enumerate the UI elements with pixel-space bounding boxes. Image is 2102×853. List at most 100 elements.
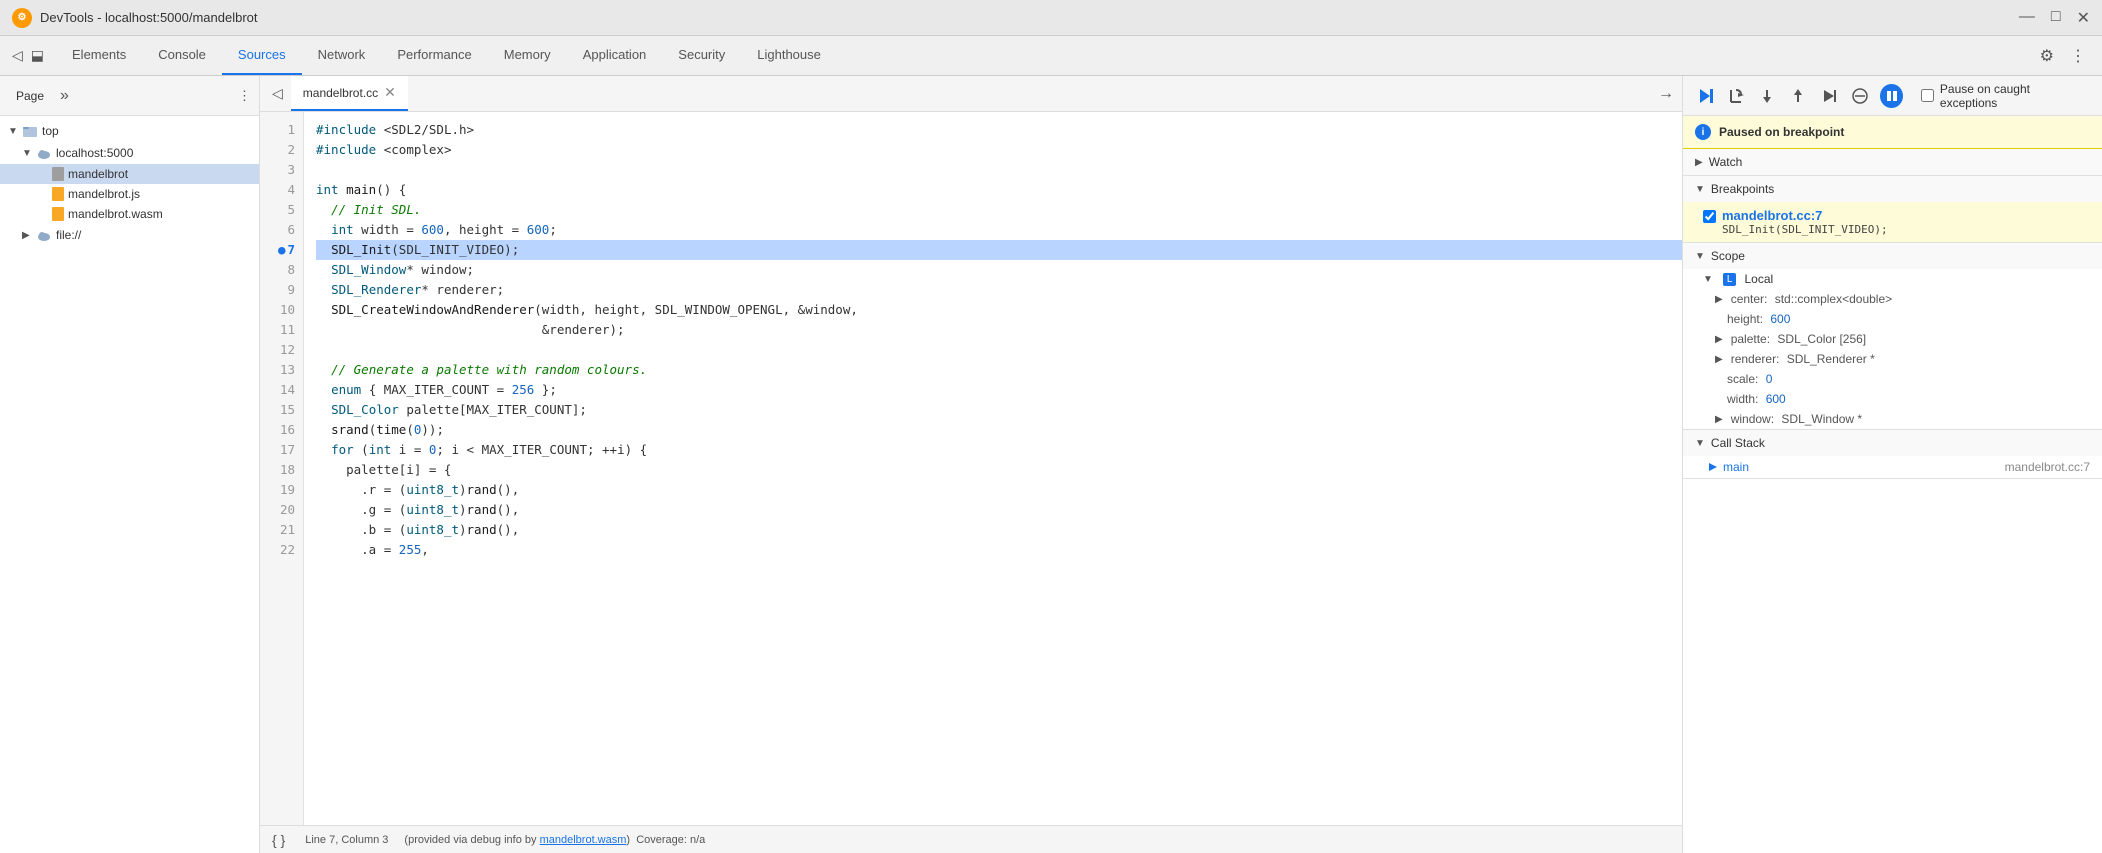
line-num-8: 8	[260, 260, 295, 280]
scope-local-arrow: ▼	[1703, 274, 1713, 285]
call-stack-func: main	[1723, 460, 1749, 474]
tree-item-mandelbrot-wasm[interactable]: mandelbrot.wasm	[0, 204, 259, 224]
breakpoint-file: mandelbrot.cc:7	[1722, 208, 1888, 223]
code-line-10: SDL_CreateWindowAndRenderer(width, heigh…	[316, 300, 1682, 320]
breakpoints-section: ▼ Breakpoints mandelbrot.cc:7 SDL_Init(S…	[1683, 176, 2102, 243]
tab-network[interactable]: Network	[302, 36, 382, 75]
scope-item-height: height: 600	[1683, 309, 2102, 329]
step-into-btn[interactable]	[1757, 85, 1778, 107]
line-num-18: 18	[260, 460, 295, 480]
line-num-17: 17	[260, 440, 295, 460]
tree-item-localhost[interactable]: ▼ localhost:5000	[0, 142, 259, 164]
tab-security[interactable]: Security	[662, 36, 741, 75]
scope-local-group[interactable]: ▼ L Local	[1683, 269, 2102, 289]
scope-header[interactable]: ▼ Scope	[1683, 243, 2102, 269]
renderer-expand-arrow[interactable]: ▶	[1715, 354, 1723, 365]
watch-section: ▶ Watch	[1683, 149, 2102, 176]
left-top: Page » ⋮	[0, 76, 259, 116]
pause-on-exceptions-label[interactable]: Pause on caught exceptions	[1913, 82, 2090, 110]
line-num-21: 21	[260, 520, 295, 540]
step-btn[interactable]	[1818, 85, 1839, 107]
folder-icon	[22, 123, 38, 139]
code-line-22: .a = 255,	[316, 540, 1682, 560]
tree-arrow-file: ▶	[22, 230, 36, 241]
tab-console[interactable]: Console	[142, 36, 222, 75]
scope-val-height: 600	[1767, 312, 1790, 326]
breakpoint-checkbox-1[interactable]	[1703, 210, 1716, 223]
pause-btn[interactable]	[1880, 84, 1903, 108]
scope-val-scale: 0	[1762, 372, 1772, 386]
line-num-7[interactable]: 7	[260, 240, 295, 260]
step-out-btn[interactable]	[1788, 85, 1809, 107]
tree-item-top[interactable]: ▼ top	[0, 120, 259, 142]
scope-val-window: SDL_Window *	[1778, 412, 1862, 426]
editor-tab-mandelbrot-cc[interactable]: mandelbrot.cc ✕	[291, 76, 408, 111]
step-over-btn[interactable]	[1726, 85, 1747, 107]
devtools-icon: ⚙	[12, 8, 32, 28]
code-content[interactable]: #include <SDL2/SDL.h> #include <complex>…	[304, 112, 1682, 825]
breakpoint-item-1: mandelbrot.cc:7 SDL_Init(SDL_INIT_VIDEO)…	[1683, 202, 2102, 242]
tab-memory[interactable]: Memory	[488, 36, 567, 75]
devtools-back-icon[interactable]: ◁	[8, 47, 27, 64]
close-button[interactable]: ✕	[2077, 8, 2090, 28]
line-num-19: 19	[260, 480, 295, 500]
tab-performance[interactable]: Performance	[381, 36, 487, 75]
window-expand-arrow[interactable]: ▶	[1715, 414, 1723, 425]
call-stack-section: ▼ Call Stack main mandelbrot.cc:7	[1683, 430, 2102, 479]
file-tree: ▼ top ▼ localhost:5000 mandelbrot	[0, 116, 259, 853]
line-num-20: 20	[260, 500, 295, 520]
wasm-link[interactable]: mandelbrot.wasm	[540, 834, 627, 846]
deactivate-breakpoints-btn[interactable]	[1849, 85, 1870, 107]
code-line-6: int width = 600, height = 600;	[316, 220, 1682, 240]
line-num-15: 15	[260, 400, 295, 420]
breakpoints-label: Breakpoints	[1711, 182, 1774, 196]
page-tab[interactable]: Page	[8, 85, 52, 107]
line-num-2: 2	[260, 140, 295, 160]
palette-expand-arrow[interactable]: ▶	[1715, 334, 1723, 345]
format-braces[interactable]: { }	[272, 832, 285, 848]
line-num-9: 9	[260, 280, 295, 300]
call-stack-item-main[interactable]: main mandelbrot.cc:7	[1683, 456, 2102, 478]
editor-back-btn[interactable]: ◁	[264, 76, 291, 111]
settings-icon[interactable]: ⚙	[2036, 42, 2058, 70]
devtools-dock-icon[interactable]: ⬓	[27, 47, 48, 64]
code-line-20: .g = (uint8_t)rand(),	[316, 500, 1682, 520]
scope-val-center: std::complex<double>	[1771, 292, 1892, 306]
tree-item-file[interactable]: ▶ file://	[0, 224, 259, 246]
tree-item-mandelbrot-js[interactable]: mandelbrot.js	[0, 184, 259, 204]
breakpoints-header[interactable]: ▼ Breakpoints	[1683, 176, 2102, 202]
center-expand-arrow[interactable]: ▶	[1715, 294, 1723, 305]
line-num-11: 11	[260, 320, 295, 340]
right-panel: Pause on caught exceptions i Paused on b…	[1682, 76, 2102, 853]
titlebar-controls[interactable]: — □ ✕	[2019, 8, 2090, 28]
scope-val-palette: SDL_Color [256]	[1774, 332, 1866, 346]
maximize-button[interactable]: □	[2051, 8, 2061, 28]
call-stack-header[interactable]: ▼ Call Stack	[1683, 430, 2102, 456]
tree-item-mandelbrot[interactable]: mandelbrot	[0, 164, 259, 184]
scope-label: Scope	[1711, 249, 1745, 263]
format-btn[interactable]: →	[1658, 85, 1674, 103]
line-num-16: 16	[260, 420, 295, 440]
scope-section: ▼ Scope ▼ L Local ▶ center: std::complex…	[1683, 243, 2102, 430]
tab-application[interactable]: Application	[567, 36, 663, 75]
left-panel-more[interactable]: ⋮	[238, 88, 251, 104]
editor-tab-close[interactable]: ✕	[384, 84, 396, 101]
tab-sources[interactable]: Sources	[222, 36, 302, 75]
code-line-2: #include <complex>	[316, 140, 1682, 160]
scope-item-scale: scale: 0	[1683, 369, 2102, 389]
tab-elements[interactable]: Elements	[56, 36, 142, 75]
pause-on-exceptions-checkbox[interactable]	[1921, 89, 1934, 102]
more-icon[interactable]: ⋮	[2066, 42, 2090, 70]
tab-lighthouse[interactable]: Lighthouse	[741, 36, 837, 75]
watch-header[interactable]: ▶ Watch	[1683, 149, 2102, 175]
tree-arrow-localhost: ▼	[22, 148, 36, 159]
tabbar: ◁ ⬓ Elements Console Sources Network Per…	[0, 36, 2102, 76]
more-tabs-btn[interactable]: »	[56, 85, 73, 107]
tree-label-file: file://	[56, 228, 81, 242]
code-line-21: .b = (uint8_t)rand(),	[316, 520, 1682, 540]
minimize-button[interactable]: —	[2019, 8, 2035, 28]
titlebar: ⚙ DevTools - localhost:5000/mandelbrot —…	[0, 0, 2102, 36]
resume-btn[interactable]	[1695, 85, 1716, 107]
titlebar-title: DevTools - localhost:5000/mandelbrot	[40, 10, 258, 25]
code-area: 1 2 3 4 5 6 7 8 9 10 11 12 13 14 15 16 1…	[260, 112, 1682, 825]
